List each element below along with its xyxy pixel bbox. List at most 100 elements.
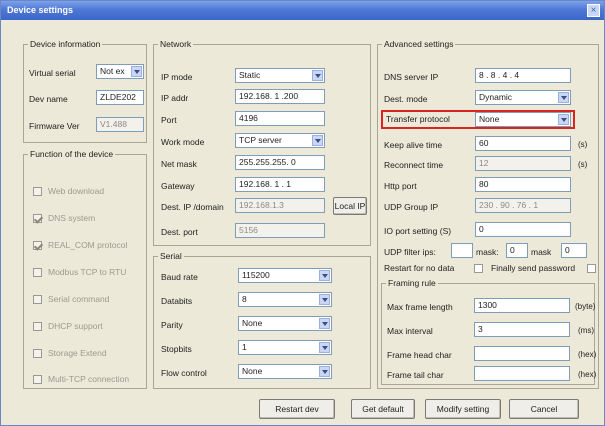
- virtual-serial-value: Not ex: [100, 66, 125, 76]
- checkbox: [33, 268, 42, 277]
- keep-alive-label: Keep alive time: [384, 140, 443, 150]
- work-mode-label: Work mode: [161, 137, 205, 147]
- keep-alive-field[interactable]: 60: [475, 136, 571, 151]
- restart-dev-button[interactable]: Restart dev: [259, 399, 335, 419]
- port-field[interactable]: 4196: [235, 111, 325, 126]
- http-port-field[interactable]: 80: [475, 177, 571, 192]
- udp-filter-ip-field[interactable]: [451, 243, 473, 258]
- work-mode-value: TCP server: [239, 135, 282, 145]
- advanced-legend: Advanced settings: [384, 39, 454, 49]
- baud-rate-select[interactable]: 115200: [238, 268, 332, 283]
- transfer-protocol-value: None: [479, 114, 500, 124]
- frame-head-unit: (hex): [578, 350, 597, 359]
- dns-server-field[interactable]: 8 . 8 . 4 . 4: [475, 68, 571, 83]
- max-frame-length-label: Max frame length: [387, 302, 453, 312]
- io-port-field[interactable]: 0: [475, 222, 571, 237]
- checkbox: [33, 241, 42, 250]
- baud-rate-label: Baud rate: [161, 272, 198, 282]
- parity-select[interactable]: None: [238, 316, 332, 331]
- checkbox: [33, 214, 42, 223]
- work-mode-select[interactable]: TCP server: [235, 133, 325, 148]
- udp-group-label: UDP Group IP: [384, 202, 439, 212]
- frame-tail-field[interactable]: [474, 366, 570, 381]
- network-legend: Network: [160, 39, 192, 49]
- dest-mode-value: Dynamic: [479, 92, 513, 102]
- reconnect-field: 12: [475, 156, 571, 171]
- dev-name-label: Dev name: [29, 94, 68, 104]
- net-mask-field[interactable]: 255.255.255. 0: [235, 155, 325, 170]
- frame-head-field[interactable]: [474, 346, 570, 361]
- chevron-down-icon: [319, 342, 330, 353]
- reconnect-label: Reconnect time: [384, 160, 444, 170]
- checkbox-label: Storage Extend: [48, 348, 107, 358]
- max-interval-field[interactable]: 3: [474, 322, 570, 337]
- checkbox-label: Multi-TCP connection: [48, 374, 130, 384]
- close-icon[interactable]: ×: [587, 4, 600, 17]
- get-default-button[interactable]: Get default: [351, 399, 415, 419]
- window-title: Device settings: [7, 5, 74, 15]
- dest-mode-select[interactable]: Dynamic: [475, 90, 571, 105]
- udp-filter-mask2-field[interactable]: 0: [561, 243, 587, 258]
- max-frame-length-field[interactable]: 1300: [474, 298, 570, 313]
- ip-addr-field[interactable]: 192.168. 1 .200: [235, 89, 325, 104]
- modify-setting-button[interactable]: Modify setting: [425, 399, 501, 419]
- firmware-label: Firmware Ver: [29, 121, 80, 131]
- port-label: Port: [161, 115, 177, 125]
- transfer-protocol-label: Transfer protocol: [386, 114, 450, 124]
- flow-control-select[interactable]: None: [238, 364, 332, 379]
- net-mask-label: Net mask: [161, 159, 197, 169]
- flow-control-label: Flow control: [161, 368, 207, 378]
- checkbox: [587, 264, 596, 273]
- udp-filter-label: UDP filter ips:: [384, 247, 436, 257]
- frame-tail-label: Frame tail char: [387, 370, 444, 380]
- transfer-protocol-select[interactable]: None: [475, 112, 571, 127]
- gateway-label: Gateway: [161, 181, 195, 191]
- databits-label: Databits: [161, 296, 193, 306]
- stopbits-select[interactable]: 1: [238, 340, 332, 355]
- dest-port-field: 5156: [235, 223, 325, 238]
- local-ip-button[interactable]: Local IP: [333, 197, 367, 215]
- ip-mode-label: IP mode: [161, 72, 193, 82]
- chevron-down-icon: [312, 135, 323, 146]
- baud-rate-value: 115200: [242, 270, 270, 280]
- dev-name-field[interactable]: ZLDE202: [96, 90, 144, 105]
- parity-value: None: [242, 318, 263, 328]
- udp-group-field: 230 . 90 . 76 . 1: [475, 198, 571, 213]
- chevron-down-icon: [558, 92, 569, 103]
- send-password-label: Finally send password: [491, 263, 576, 273]
- gateway-field[interactable]: 192.168. 1 . 1: [235, 177, 325, 192]
- virtual-serial-select[interactable]: Not ex: [96, 64, 144, 79]
- cancel-button[interactable]: Cancel: [509, 399, 579, 419]
- chevron-down-icon: [319, 270, 330, 281]
- chevron-down-icon: [312, 70, 323, 81]
- ip-mode-select[interactable]: Static: [235, 68, 325, 83]
- checkbox: [33, 375, 42, 384]
- checkbox-label: DNS system: [48, 213, 96, 223]
- udp-filter-ip-label: mask:: [476, 247, 499, 257]
- reconnect-unit: (s): [578, 160, 588, 169]
- keep-alive-unit: (s): [578, 140, 588, 149]
- io-port-label: IO port setting (S): [384, 226, 452, 236]
- stopbits-value: 1: [242, 342, 247, 352]
- ip-mode-value: Static: [239, 70, 261, 80]
- parity-label: Parity: [161, 320, 183, 330]
- ip-addr-label: IP addr: [161, 93, 189, 103]
- databits-value: 8: [242, 294, 247, 304]
- checkbox-label: Web download: [48, 186, 105, 196]
- udp-filter-mask-label: mask: [531, 247, 552, 257]
- checkbox: [33, 349, 42, 358]
- device-info-legend: Device information: [30, 39, 101, 49]
- serial-legend: Serial: [160, 251, 182, 261]
- checkbox: [33, 187, 42, 196]
- firmware-field: V1.488: [96, 117, 144, 132]
- flow-control-value: None: [242, 366, 263, 376]
- databits-select[interactable]: 8: [238, 292, 332, 307]
- checkbox: [474, 264, 483, 273]
- udp-filter-mask-field[interactable]: 0: [506, 243, 528, 258]
- restart-no-data-label: Restart for no data: [384, 263, 455, 273]
- dest-ip-label: Dest. IP /domain: [161, 202, 224, 212]
- max-frame-length-unit: (byte): [575, 302, 596, 311]
- chevron-down-icon: [131, 66, 142, 77]
- max-interval-label: Max interval: [387, 326, 433, 336]
- framing-legend: Framing rule: [388, 278, 436, 288]
